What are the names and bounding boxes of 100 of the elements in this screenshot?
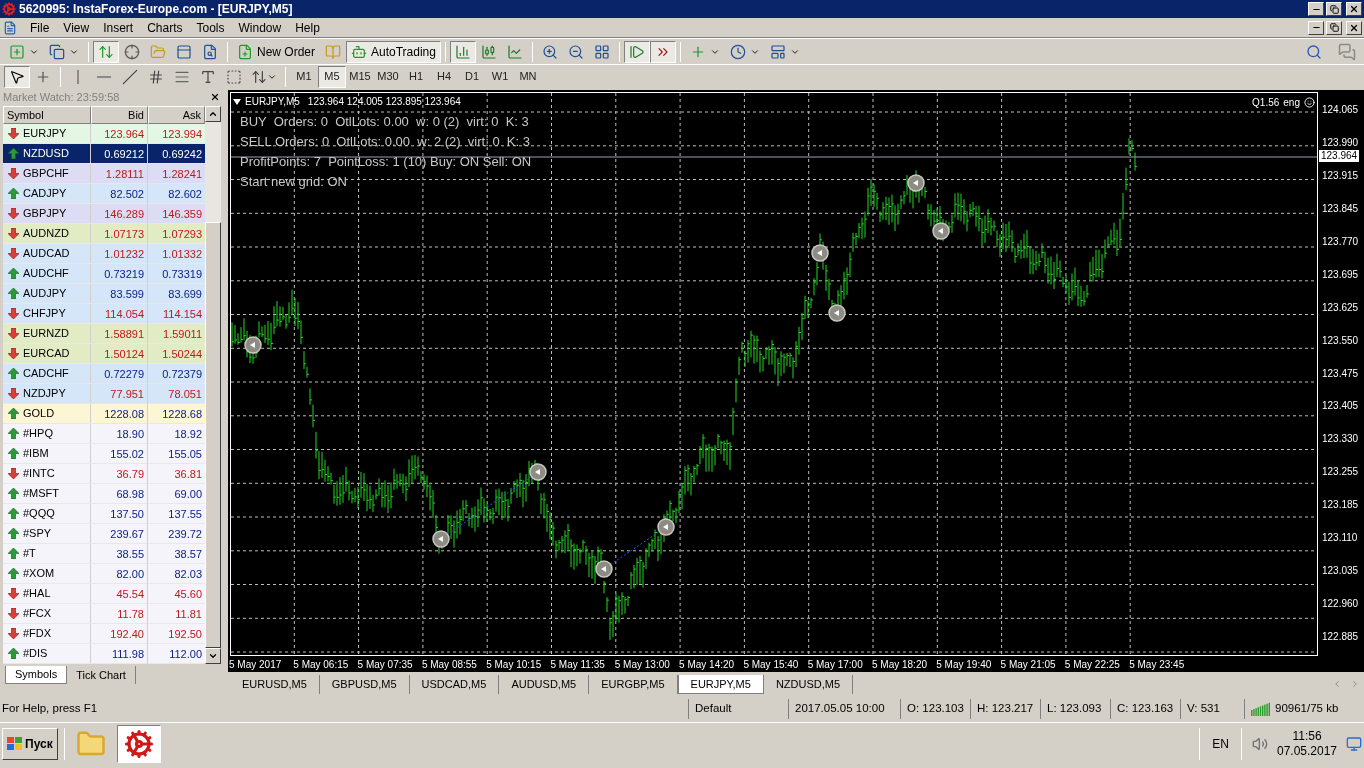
symbol-row[interactable]: NZDUSD 0.69212 0.69242: [3, 144, 205, 164]
symbol-row[interactable]: #HAL 45.54 45.60: [3, 584, 205, 604]
terminal-taskbar-button[interactable]: [116, 724, 161, 763]
menu-item[interactable]: Charts: [140, 18, 190, 37]
dropdown-triangle-icon[interactable]: [233, 98, 241, 105]
symbol-row[interactable]: AUDCHF 0.73219 0.73319: [3, 264, 205, 284]
symbol-name: EURJPY: [23, 126, 67, 142]
timeframe-button[interactable]: D1: [458, 65, 486, 88]
menu-item[interactable]: Tools: [189, 18, 232, 37]
timeframe-button[interactable]: W1: [486, 65, 514, 88]
chart-plot[interactable]: [230, 92, 1318, 656]
timeframe-button[interactable]: M15: [346, 65, 374, 88]
close-icon[interactable]: [210, 92, 220, 102]
symbol-row[interactable]: #XOM 82.00 82.03: [3, 564, 205, 584]
symbol-row[interactable]: #INTC 36.79 36.81: [3, 464, 205, 484]
symbol-row[interactable]: CADJPY 82.502 82.602: [3, 184, 205, 204]
autotrading-button[interactable]: AutoTrading: [346, 40, 441, 63]
market-watch-button[interactable]: [93, 40, 119, 63]
ask-price: 1.59011: [162, 326, 203, 342]
bar-datetime: 2017.05.05 10:00: [788, 699, 900, 719]
symbol-row[interactable]: #HPQ 18.90 18.92: [3, 424, 205, 444]
chart-tab[interactable]: EURGBP,M5: [589, 675, 678, 694]
trade-marker-icon[interactable]: [432, 530, 450, 548]
trade-marker-icon[interactable]: [907, 174, 925, 192]
search-icon[interactable]: [1306, 43, 1322, 60]
panel-tab[interactable]: Tick Chart: [67, 666, 136, 684]
document-minimize-button[interactable]: [1308, 20, 1324, 35]
symbol-row[interactable]: #IBM 155.02 155.05: [3, 444, 205, 464]
symbol-row[interactable]: EURCAD 1.50124 1.50244: [3, 344, 205, 364]
symbol-row[interactable]: GBPJPY 146.289 146.359: [3, 204, 205, 224]
timeframe-button[interactable]: H1: [402, 65, 430, 88]
symbol-row[interactable]: CHFJPY 114.054 114.154: [3, 304, 205, 324]
menu-item[interactable]: Window: [231, 18, 289, 37]
close-button[interactable]: [1346, 2, 1362, 16]
symbol-row[interactable]: #FCX 11.78 11.81: [3, 604, 205, 624]
symbol-row[interactable]: AUDCAD 1.01232 1.01332: [3, 244, 205, 264]
bid-price: 1.28111: [91, 163, 148, 184]
symbol-row[interactable]: #QQQ 137.50 137.55: [3, 504, 205, 524]
symbol-row[interactable]: EURJPY 123.964 123.994: [3, 124, 205, 144]
scroll-up-icon[interactable]: [208, 109, 218, 119]
symbol-row[interactable]: #SPY 239.67 239.72: [3, 524, 205, 544]
chart-tab[interactable]: EURUSD,M5: [230, 675, 320, 694]
speaker-icon[interactable]: [1252, 735, 1268, 752]
symbol-name: GBPCHF: [23, 166, 69, 182]
column-header[interactable]: Ask: [148, 106, 205, 124]
chart-tab[interactable]: USDCAD,M5: [409, 675, 500, 694]
folder-icon: [150, 43, 166, 60]
timeframe-button[interactable]: M30: [374, 65, 402, 88]
quality-label: Q1.56: [1252, 96, 1280, 110]
trade-marker-icon[interactable]: [657, 518, 675, 536]
symbol-row[interactable]: AUDNZD 1.07173 1.07293: [3, 224, 205, 244]
auto-scroll-button[interactable]: [623, 40, 650, 63]
panel-title: Market Watch: 23:59:58: [3, 91, 121, 103]
new-order-button[interactable]: New Order: [232, 40, 320, 63]
start-button[interactable]: Пуск: [2, 727, 58, 760]
menu-item[interactable]: Insert: [96, 18, 141, 37]
chart-tab[interactable]: AUDUSD,M5: [499, 675, 590, 694]
symbol-row[interactable]: #FDX 192.40 192.50: [3, 624, 205, 644]
chart-tab[interactable]: EURJPY,M5: [677, 675, 764, 694]
symbol-row[interactable]: NZDJPY 77.951 78.051: [3, 384, 205, 404]
monitor-icon[interactable]: [1346, 735, 1362, 752]
trade-marker-icon[interactable]: [828, 304, 846, 322]
scrollbar[interactable]: [205, 106, 221, 664]
minimize-button[interactable]: [1308, 2, 1324, 16]
trade-marker-icon[interactable]: [529, 463, 547, 481]
symbol-row[interactable]: EURNZD 1.58891 1.59011: [3, 324, 205, 344]
time-axis-label: 5 May 21:05: [1000, 657, 1057, 672]
trade-marker-icon[interactable]: [932, 222, 950, 240]
panel-tab[interactable]: Symbols: [5, 666, 68, 684]
scroll-thumb[interactable]: [205, 222, 221, 648]
chart-shift-button[interactable]: [649, 40, 676, 63]
symbol-row[interactable]: AUDJPY 83.599 83.699: [3, 284, 205, 304]
ask-price: 1.01332: [161, 246, 203, 262]
timeframe-button[interactable]: MN: [514, 65, 542, 88]
trade-marker-icon[interactable]: [811, 244, 829, 262]
symbol-row[interactable]: GOLD 1228.08 1228.68: [3, 404, 205, 424]
document-close-button[interactable]: [1346, 20, 1362, 35]
menu-item[interactable]: File: [23, 18, 57, 37]
symbol-row[interactable]: #MSFT 68.98 69.00: [3, 484, 205, 504]
bar-chart-button[interactable]: [449, 40, 476, 63]
trade-marker-icon[interactable]: [595, 560, 613, 578]
restore-button[interactable]: [1326, 2, 1342, 16]
language-indicator[interactable]: EN: [1206, 734, 1235, 753]
column-header[interactable]: Bid: [91, 106, 148, 124]
symbol-row[interactable]: CADCHF 0.72279 0.72379: [3, 364, 205, 384]
menu-item[interactable]: View: [56, 18, 97, 37]
timeframe-button[interactable]: M5: [318, 65, 346, 88]
timeframe-button[interactable]: H4: [430, 65, 458, 88]
symbol-row[interactable]: #T 38.55 38.57: [3, 544, 205, 564]
scroll-down-icon[interactable]: [208, 651, 218, 661]
chart-tab[interactable]: NZDUSD,M5: [763, 675, 854, 694]
trade-marker-icon[interactable]: [244, 336, 262, 354]
column-header[interactable]: Symbol: [3, 106, 91, 124]
menu-item[interactable]: Help: [288, 18, 327, 37]
symbol-row[interactable]: #DIS 111.98 112.00: [3, 644, 205, 664]
document-restore-button[interactable]: [1326, 20, 1342, 35]
symbol-row[interactable]: GBPCHF 1.28111 1.28241: [3, 164, 205, 184]
timeframe-button[interactable]: M1: [290, 65, 318, 88]
chart-tab[interactable]: GBPUSD,M5: [319, 675, 410, 694]
cursor-tool[interactable]: [4, 65, 30, 88]
